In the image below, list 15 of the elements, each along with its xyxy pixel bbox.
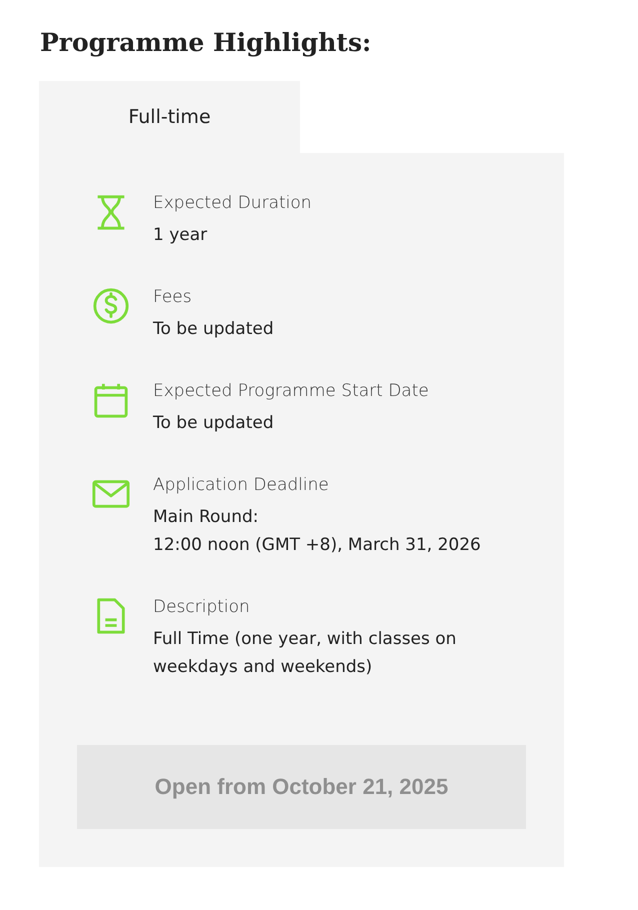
tab[interactable]: Full-time [39,81,300,153]
highlight-value: 12:00 noon (GMT +8), March 31, 2026 [153,534,482,557]
highlight-value: Main Round: [153,506,260,529]
highlight-label: Application Deadline [153,474,330,497]
highlight-value: 1 year [153,224,208,247]
highlight-value: To be updated [153,318,275,341]
highlight-label: Expected Programme Start Date [153,380,430,403]
highlight-value: To be updated [153,412,275,435]
highlight-label: Fees [153,286,193,309]
highlight-label: Expected Duration [153,192,313,215]
section-heading: Programme Highlights: [40,28,372,57]
highlight-value: Full Time (one year, with classes on weekdays and weekends) [153,628,458,679]
dollar-icon [92,287,130,325]
calendar-icon [92,381,130,419]
highlight-label: Description [153,596,251,619]
